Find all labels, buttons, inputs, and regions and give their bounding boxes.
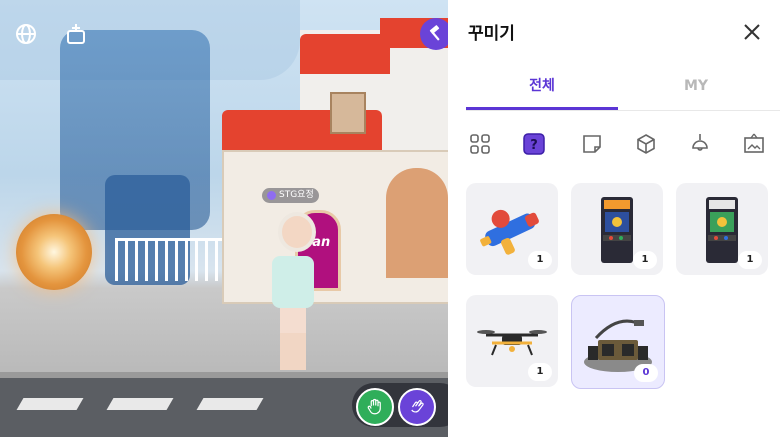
tab-bar: 전체 MY <box>466 66 780 111</box>
item-count: 1 <box>528 363 552 381</box>
globe-icon[interactable] <box>12 20 40 48</box>
item-count: 1 <box>633 251 657 269</box>
add-photo-icon[interactable] <box>62 20 90 48</box>
house-arch <box>386 168 448 278</box>
avatar-body <box>272 256 314 308</box>
tab-my[interactable]: MY <box>620 66 772 108</box>
hammer-icon[interactable] <box>420 18 448 50</box>
item-count: 0 <box>634 364 658 382</box>
mystery-box-icon[interactable]: ? <box>520 130 548 158</box>
crosswalk-stripe <box>16 398 84 410</box>
stair-railing <box>115 238 225 281</box>
avatar-head <box>278 212 316 252</box>
item-dj-booth[interactable]: 0 <box>571 295 665 389</box>
crown-icon <box>267 191 276 200</box>
close-icon[interactable] <box>740 20 764 44</box>
hand-wave-icon[interactable] <box>398 388 436 426</box>
svg-text:?: ? <box>530 138 538 153</box>
tab-all[interactable]: 전체 <box>466 66 618 110</box>
panel-title: 꾸미기 <box>468 24 515 44</box>
hand-palm-icon[interactable] <box>356 388 394 426</box>
player-avatar[interactable] <box>266 200 320 378</box>
item-count: 1 <box>528 251 552 269</box>
item-water-gun[interactable]: 1 <box>466 183 558 275</box>
house-roof-upper <box>300 34 390 74</box>
cube-icon[interactable] <box>632 130 660 158</box>
sticker-icon[interactable] <box>578 130 606 158</box>
item-drone[interactable]: 1 <box>466 295 558 387</box>
item-arcade-green[interactable]: 1 <box>676 183 768 275</box>
lamp-icon[interactable] <box>686 130 714 158</box>
glowing-orb[interactable] <box>16 214 92 290</box>
avatar-legs <box>280 308 306 370</box>
decorate-panel: 꾸미기 전체 MY ? 1 1 1 1 0 <box>448 0 780 437</box>
house-window <box>330 92 366 134</box>
item-arcade-orange[interactable]: 1 <box>571 183 663 275</box>
crosswalk-stripe <box>106 398 174 410</box>
item-count: 1 <box>738 251 762 269</box>
crosswalk-stripe <box>196 398 264 410</box>
game-scene[interactable]: flan STG요정 <box>0 0 448 437</box>
grid-icon[interactable] <box>466 130 494 158</box>
category-bar: ? <box>466 130 766 158</box>
picture-frame-icon[interactable] <box>740 130 768 158</box>
